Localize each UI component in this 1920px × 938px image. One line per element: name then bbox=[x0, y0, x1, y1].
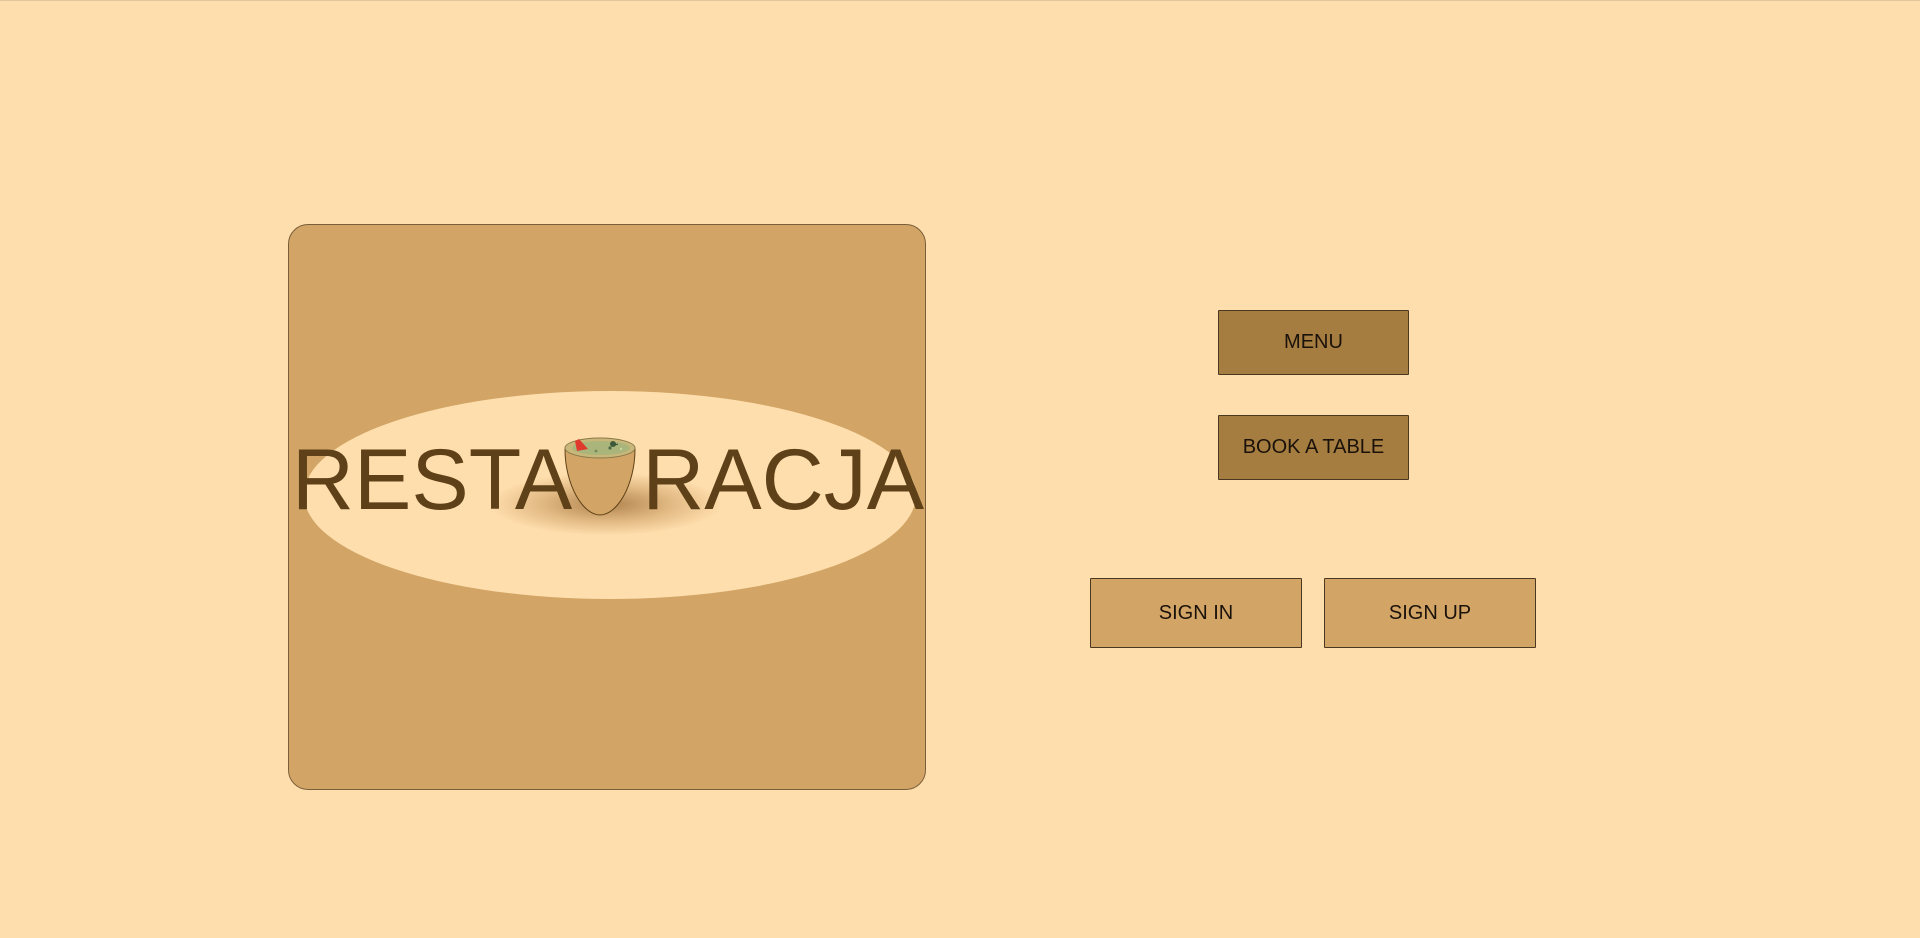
logo-text-right: RACJA bbox=[642, 432, 925, 528]
book-table-button-label: BOOK A TABLE bbox=[1242, 436, 1385, 458]
menu-button-label: MENU bbox=[1284, 331, 1343, 353]
sign-up-button-label: SIGN UP bbox=[1388, 601, 1472, 624]
sign-in-button-label: SIGN IN bbox=[1158, 601, 1234, 624]
restaurant-logo: RESTA RACJA bbox=[288, 224, 926, 790]
sign-in-button[interactable]: SIGN IN bbox=[1090, 578, 1302, 648]
logo-text-left: RESTA bbox=[291, 432, 573, 528]
page: RESTA RACJA MENU BOOK A TABLE SIGN IN SIG… bbox=[0, 0, 1920, 938]
sign-up-button[interactable]: SIGN UP bbox=[1324, 578, 1536, 648]
book-table-button[interactable]: BOOK A TABLE bbox=[1218, 415, 1409, 480]
salad-bowl-icon bbox=[564, 437, 636, 516]
menu-button[interactable]: MENU bbox=[1218, 310, 1409, 375]
